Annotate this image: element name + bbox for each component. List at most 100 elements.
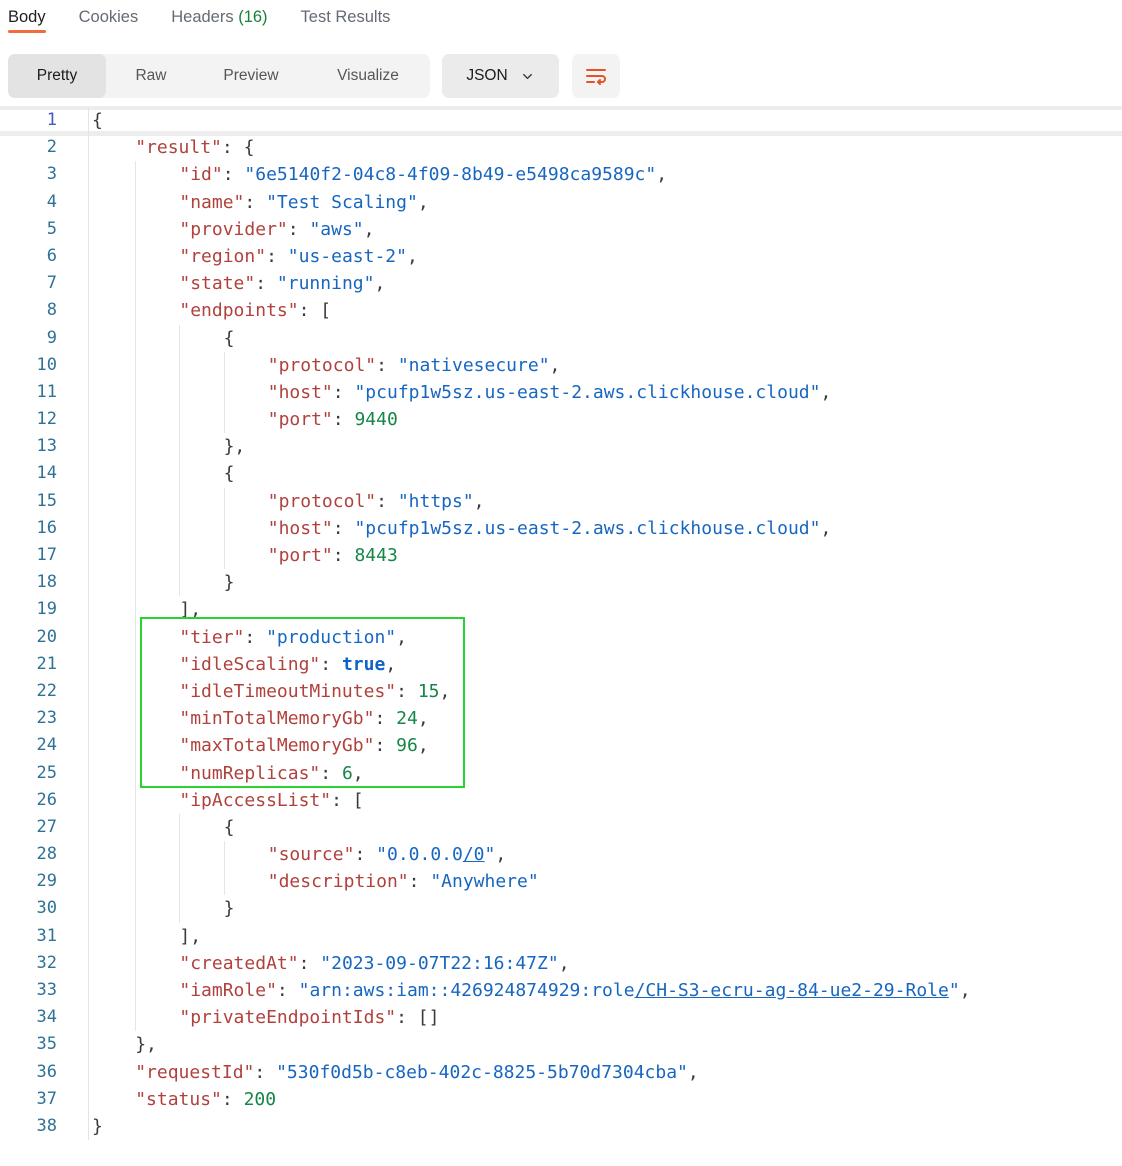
code-line: 9{ xyxy=(0,325,1122,352)
language-dropdown-value: JSON xyxy=(466,67,507,85)
view-switcher: Pretty Raw Preview Visualize xyxy=(8,54,430,98)
line-number: 19 xyxy=(0,596,57,623)
view-raw-button[interactable]: Raw xyxy=(106,54,196,98)
code-line-content: { xyxy=(88,107,103,134)
code-line: 2"result": { xyxy=(0,134,1122,161)
active-tab-underline xyxy=(8,30,46,33)
indent-guide xyxy=(179,352,223,379)
indent-guide xyxy=(92,433,135,460)
line-number: 9 xyxy=(0,325,57,352)
view-preview-button[interactable]: Preview xyxy=(196,54,306,98)
indent-guide xyxy=(135,433,179,460)
line-number: 18 xyxy=(0,569,57,596)
tab-test-results-label: Test Results xyxy=(301,8,391,26)
indent-guide xyxy=(179,406,223,433)
indent-guide xyxy=(224,352,268,379)
code-line: 3"id": "6e5140f2-04c8-4f09-8b49-e5498ca9… xyxy=(0,161,1122,188)
line-number: 36 xyxy=(0,1059,57,1086)
indent-guide xyxy=(135,732,179,759)
line-number: 34 xyxy=(0,1004,57,1031)
indent-guide xyxy=(92,596,135,623)
line-number: 31 xyxy=(0,923,57,950)
indent-guide xyxy=(135,1004,179,1031)
tab-cookies[interactable]: Cookies xyxy=(79,0,139,27)
indent-guide xyxy=(224,515,268,542)
line-number: 26 xyxy=(0,787,57,814)
code-line: 11"host": "pcufp1w5sz.us-east-2.aws.clic… xyxy=(0,379,1122,406)
line-number: 23 xyxy=(0,705,57,732)
code-line-content: } xyxy=(88,895,234,922)
wrap-text-button[interactable] xyxy=(572,54,620,98)
indent-guide xyxy=(179,379,223,406)
indent-guide xyxy=(135,596,179,623)
code-line: 8"endpoints": [ xyxy=(0,297,1122,324)
indent-guide xyxy=(135,950,179,977)
headers-count-badge: (16) xyxy=(238,8,267,26)
line-number: 27 xyxy=(0,814,57,841)
indent-guide xyxy=(224,868,268,895)
indent-guide xyxy=(92,895,135,922)
code-line: 6"region": "us-east-2", xyxy=(0,243,1122,270)
code-line: 26"ipAccessList": [ xyxy=(0,787,1122,814)
code-line-content: "result": { xyxy=(88,134,254,161)
language-dropdown[interactable]: JSON xyxy=(442,54,559,98)
indent-guide xyxy=(92,488,135,515)
indent-guide xyxy=(92,977,135,1004)
indent-guide xyxy=(224,379,268,406)
line-number: 5 xyxy=(0,216,57,243)
indent-guide xyxy=(179,841,223,868)
line-number: 21 xyxy=(0,651,57,678)
code-line: 18} xyxy=(0,569,1122,596)
code-line-content: "id": "6e5140f2-04c8-4f09-8b49-e5498ca95… xyxy=(88,161,667,188)
tab-headers-label: Headers xyxy=(171,8,233,26)
indent-guide xyxy=(224,406,268,433)
line-number: 20 xyxy=(0,624,57,651)
indent-guide xyxy=(92,760,135,787)
line-number: 37 xyxy=(0,1086,57,1113)
indent-guide xyxy=(135,161,179,188)
indent-guide xyxy=(135,787,179,814)
indent-guide xyxy=(92,352,135,379)
line-number: 16 xyxy=(0,515,57,542)
indent-guide xyxy=(135,678,179,705)
indent-guide xyxy=(135,325,179,352)
code-line: 34"privateEndpointIds": [] xyxy=(0,1004,1122,1031)
view-visualize-button[interactable]: Visualize xyxy=(306,54,430,98)
indent-guide xyxy=(92,841,135,868)
indent-guide xyxy=(92,678,135,705)
code-line: 12"port": 9440 xyxy=(0,406,1122,433)
indent-guide xyxy=(135,270,179,297)
tab-test-results[interactable]: Test Results xyxy=(301,0,391,27)
code-line: 22"idleTimeoutMinutes": 15, xyxy=(0,678,1122,705)
code-line-content: "description": "Anywhere" xyxy=(88,868,539,895)
tab-headers[interactable]: Headers (16) xyxy=(171,0,267,27)
indent-guide xyxy=(92,569,135,596)
tab-body[interactable]: Body xyxy=(8,0,46,27)
indent-guide xyxy=(179,814,223,841)
indent-guide xyxy=(92,542,135,569)
indent-guide xyxy=(92,161,135,188)
indent-guide xyxy=(135,379,179,406)
indent-guide xyxy=(135,705,179,732)
code-line-content: ], xyxy=(88,923,201,950)
indent-guide xyxy=(135,216,179,243)
code-line: 19], xyxy=(0,596,1122,623)
tab-body-label: Body xyxy=(8,8,46,26)
indent-guide xyxy=(135,977,179,1004)
view-pretty-button[interactable]: Pretty xyxy=(8,54,106,98)
code-editor[interactable]: 1 {2"result": {3"id": "6e5140f2-04c8-4f09… xyxy=(0,107,1122,1166)
code-line: 35}, xyxy=(0,1031,1122,1058)
code-line: 25"numReplicas": 6, xyxy=(0,760,1122,787)
code-line: 28"source": "0.0.0.0/0", xyxy=(0,841,1122,868)
indent-guide xyxy=(92,923,135,950)
indent-guide xyxy=(92,297,135,324)
line-number: 1 xyxy=(0,107,57,134)
indent-guide xyxy=(135,841,179,868)
code-line-content: "host": "pcufp1w5sz.us-east-2.aws.clickh… xyxy=(88,379,831,406)
indent-guide xyxy=(179,325,223,352)
code-line-content: "state": "running", xyxy=(88,270,385,297)
code-line-content: "requestId": "530f0d5b-c8eb-402c-8825-5b… xyxy=(88,1059,699,1086)
indent-guide xyxy=(135,542,179,569)
wrap-text-icon xyxy=(584,64,608,88)
code-line: 4"name": "Test Scaling", xyxy=(0,189,1122,216)
